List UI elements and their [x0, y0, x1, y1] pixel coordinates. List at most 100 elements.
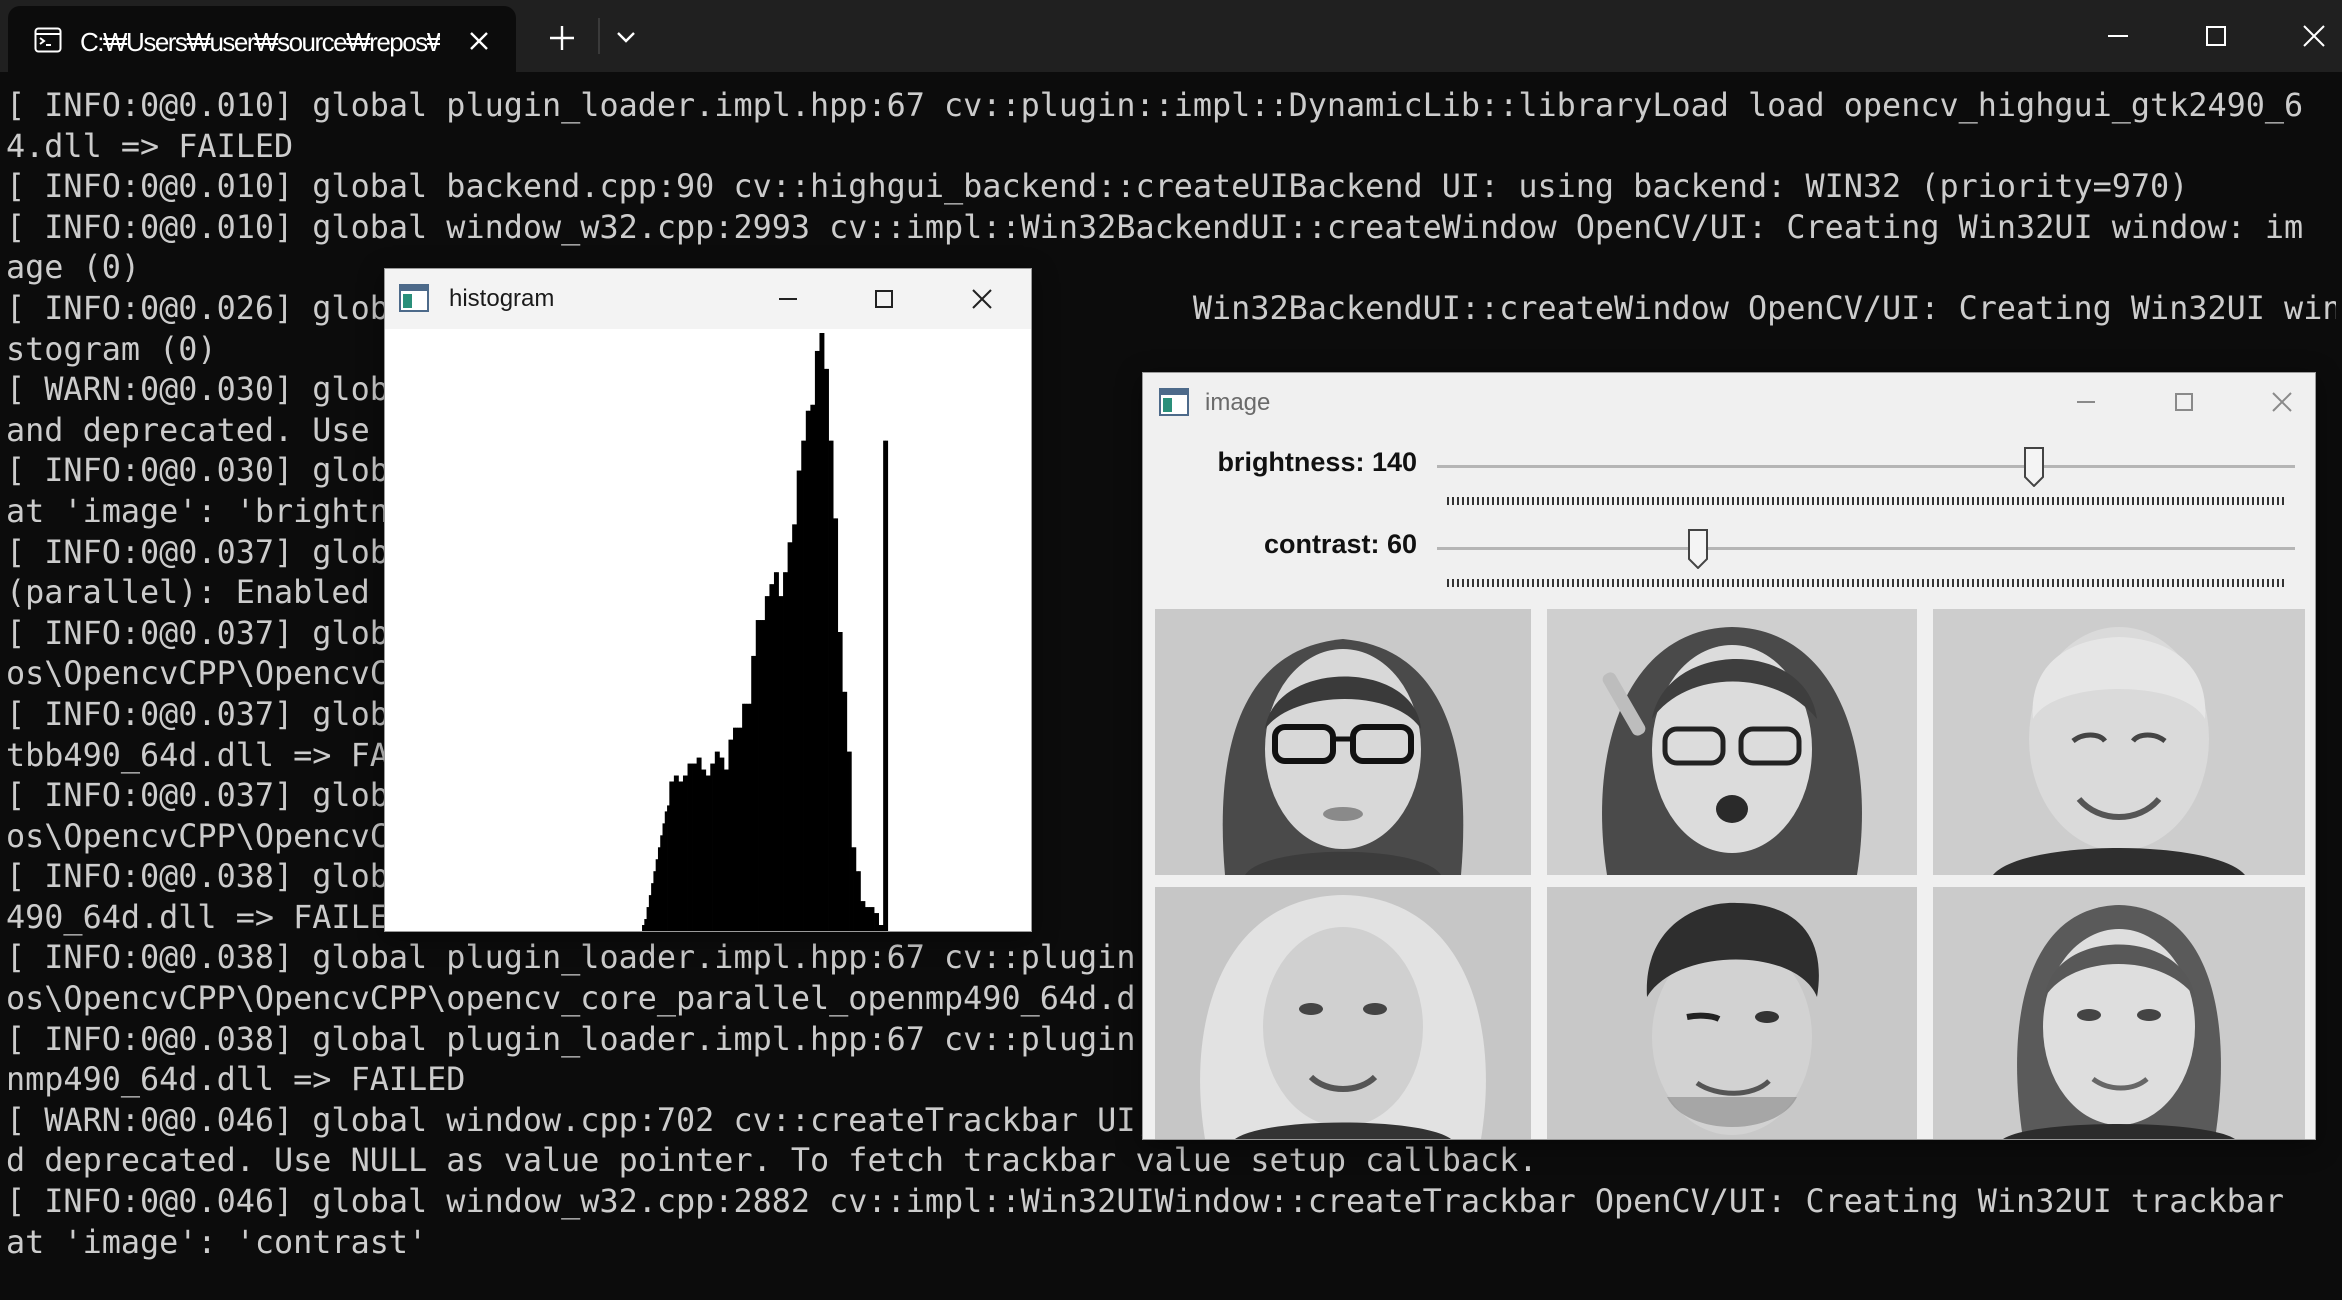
histogram-bar	[803, 440, 807, 931]
histogram-bar	[808, 410, 811, 931]
histogram-bar	[783, 572, 786, 931]
terminal-line: [ INFO:0@0.046] global window_w32.cpp:28…	[6, 1183, 2285, 1221]
histogram-bar	[682, 775, 686, 931]
histogram-bar	[828, 440, 832, 931]
terminal-line: [ INFO:0@0.026] glob Win32BackendUI::cre…	[6, 289, 2336, 327]
histogram-bar	[694, 763, 698, 931]
terminal-line: [ INFO:0@0.038] global plugin_loader.imp…	[6, 939, 1136, 977]
image-window-title: image	[1205, 389, 1271, 416]
histogram-bar	[667, 805, 670, 931]
maximize-icon[interactable]	[867, 282, 901, 316]
histogram-bar	[744, 703, 748, 931]
histogram-bar	[751, 655, 754, 931]
histogram-bar	[824, 368, 827, 931]
histogram-bar	[785, 572, 789, 931]
histogram-bar	[810, 404, 814, 931]
tab-separator	[598, 18, 600, 54]
histogram-bar	[864, 907, 868, 931]
histogram-bar	[685, 775, 688, 931]
chevron-down-icon[interactable]	[612, 26, 640, 48]
histogram-bar	[669, 781, 672, 931]
maximize-icon[interactable]	[2167, 385, 2201, 419]
histogram-bar	[794, 524, 798, 931]
contrast-slider-thumb[interactable]	[1687, 529, 1709, 569]
histogram-bar	[642, 925, 645, 931]
contrast-slider-track[interactable]	[1437, 547, 2295, 550]
histogram-bar	[773, 572, 777, 931]
close-icon[interactable]	[2265, 385, 2299, 419]
histogram-bar	[844, 691, 848, 931]
histogram-bar	[883, 440, 886, 931]
histogram-bar	[792, 524, 795, 931]
histogram-bar	[728, 739, 732, 931]
histogram-bar	[689, 763, 693, 931]
minimize-icon[interactable]	[771, 282, 805, 316]
histogram-bar	[776, 572, 779, 931]
histogram-bar	[717, 751, 720, 931]
tab-title: C:₩Users₩user₩source₩repos₩OpencvCPP	[80, 27, 440, 57]
close-icon[interactable]	[965, 282, 999, 316]
histogram-bar	[653, 871, 657, 931]
histogram-bar	[678, 781, 682, 931]
histogram-bar	[646, 907, 650, 931]
histogram-bar	[703, 769, 707, 931]
close-window-icon[interactable]	[2294, 16, 2334, 56]
terminal-icon	[34, 27, 62, 53]
terminal-line: at 'image': 'contrast'	[6, 1223, 428, 1261]
histogram-bar	[673, 775, 677, 931]
image-window[interactable]: image brightness: 140 contrast: 60	[1142, 372, 2316, 1140]
minimize-icon[interactable]	[2098, 16, 2138, 56]
terminal-line: os\OpencvCPP\OpencvCPP\opencv_core_paral…	[6, 980, 1136, 1018]
terminal-line: d deprecated. Use NULL as value pointer.…	[6, 1142, 1538, 1180]
histogram-bar	[657, 847, 661, 931]
histogram-bar	[762, 620, 766, 931]
brightness-slider-track[interactable]	[1437, 465, 2295, 468]
terminal-line: [ WARN:0@0.046] global window.cpp:702 cv…	[6, 1101, 1155, 1139]
terminal-line: 4.dll => FAILED	[6, 127, 294, 165]
close-tab-icon[interactable]	[464, 26, 494, 56]
terminal-line: [ INFO:0@0.010] global window_w32.cpp:29…	[6, 208, 2304, 246]
terminal-line: 490_64d.dll => FAILE	[6, 898, 389, 936]
photo-woman-with-glasses	[1155, 609, 1531, 875]
histogram-bar	[687, 763, 691, 931]
photo-smiling-old-man	[1933, 609, 2305, 875]
histogram-bar	[662, 823, 666, 931]
histogram-bar	[874, 913, 877, 931]
histogram-bar	[787, 542, 791, 931]
terminal-line: age (0)	[6, 249, 141, 287]
new-tab-plus-icon[interactable]	[546, 22, 578, 54]
histogram-bar	[817, 350, 820, 931]
histogram-bar	[748, 703, 752, 931]
histogram-bar	[839, 632, 843, 931]
histogram-bar	[796, 470, 800, 931]
histogram-bar	[710, 763, 713, 931]
contrast-slider-ticks	[1447, 579, 2285, 587]
histogram-bar	[833, 518, 836, 931]
histogram-bar	[721, 757, 725, 931]
histogram-bar	[730, 739, 734, 931]
brightness-slider-thumb[interactable]	[2023, 447, 2045, 487]
histogram-bar	[726, 769, 729, 931]
image-display	[1155, 609, 2305, 1139]
histogram-bar	[696, 757, 700, 931]
minimize-icon[interactable]	[2069, 385, 2103, 419]
histogram-bar	[812, 404, 816, 931]
histogram-bar	[644, 919, 647, 931]
histogram-bar	[735, 727, 738, 931]
window-app-icon	[1159, 388, 1189, 416]
photo-winking-young-man	[1547, 887, 1917, 1139]
histogram-bar	[655, 859, 659, 931]
histogram-bar	[712, 763, 716, 931]
histogram-bar	[814, 350, 818, 931]
histogram-bar	[830, 440, 834, 931]
histogram-bar	[723, 769, 727, 931]
terminal-tab[interactable]: C:₩Users₩user₩source₩repos₩OpencvCPP	[8, 6, 516, 72]
histogram-bar	[698, 757, 702, 931]
histogram-bar	[842, 691, 845, 931]
histogram-bar	[780, 596, 784, 931]
histogram-bar	[676, 775, 679, 931]
maximize-icon[interactable]	[2196, 16, 2236, 56]
histogram-bar	[821, 333, 825, 931]
histogram-bar	[819, 333, 823, 931]
histogram-window[interactable]: histogram	[384, 268, 1032, 932]
